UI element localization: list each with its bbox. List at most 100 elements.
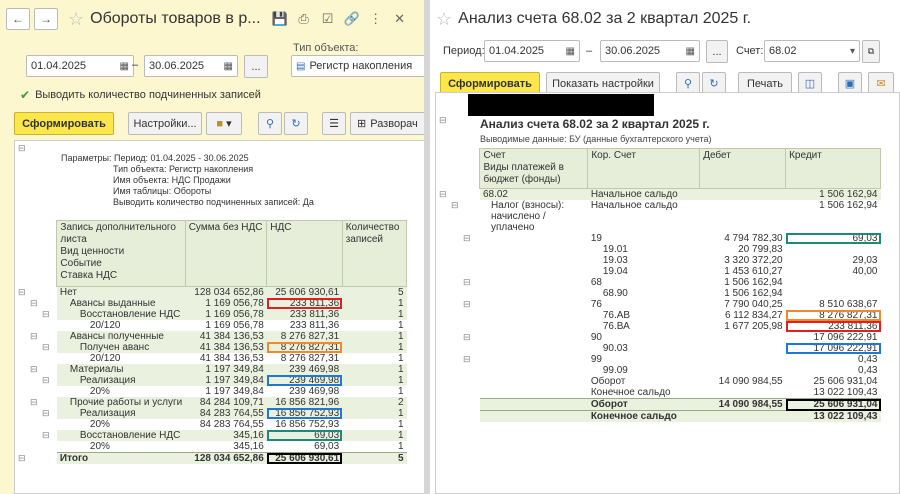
header-record-l5: Ставка НДС xyxy=(60,270,118,281)
row-corr-account: 76.ВА xyxy=(602,321,630,332)
collapse-icon[interactable]: ⊟ xyxy=(439,277,471,287)
table-row: 20% 345,16 69,03 1 xyxy=(15,441,407,453)
row-debit xyxy=(700,354,786,365)
table-row: 19.04 1 453 610,27 40,00 xyxy=(436,266,881,277)
close-icon[interactable]: ✕ xyxy=(391,10,409,28)
date-to-field[interactable]: 30.06.2025 ▦ xyxy=(144,55,238,77)
subordinate-checkbox-row[interactable]: ✔ Выводить количество подчиненных записе… xyxy=(20,88,261,102)
refresh-button[interactable]: ↻ xyxy=(284,112,308,135)
calendar-icon[interactable]: ▦ xyxy=(224,61,233,72)
favorite-star-icon[interactable]: ☆ xyxy=(436,9,452,30)
calendar-icon[interactable]: ▦ xyxy=(566,46,575,57)
tree-cell: ⊟ xyxy=(15,452,57,464)
date-to-field[interactable]: 30.06.2025 ▦ xyxy=(600,40,700,62)
forward-button[interactable]: → xyxy=(34,8,58,30)
params-line-4: Выводить количество подчиненных записей:… xyxy=(113,197,314,207)
row-count: 1 xyxy=(342,430,407,441)
table-row: 19.03 3 320 372,20 29,03 xyxy=(436,255,881,266)
collapse-icon[interactable]: ⊟ xyxy=(18,309,50,319)
collapse-icon[interactable]: ⊟ xyxy=(18,143,26,154)
calendar-icon[interactable]: ▦ xyxy=(686,46,695,57)
variant-dropdown-button[interactable]: ■ ▾ xyxy=(206,112,242,135)
collapse-icon[interactable]: ⊟ xyxy=(439,233,471,243)
period-select-button[interactable]: ... xyxy=(244,55,268,78)
collapse-icon[interactable]: ⊟ xyxy=(439,189,447,199)
row-debit: 4 794 782,30 xyxy=(724,233,783,244)
collapse-icon[interactable]: ⊟ xyxy=(18,364,38,374)
collapse-icon[interactable]: ⊟ xyxy=(439,354,471,364)
collapse-icon[interactable]: ⊟ xyxy=(18,453,26,463)
row-sum: 1 169 056,78 xyxy=(185,298,267,309)
tree-cell: ⊟ xyxy=(15,408,57,419)
object-type-label: Тип объекта: xyxy=(293,42,359,54)
row-count: 1 xyxy=(397,386,404,397)
checkbox-checked-icon[interactable]: ✔ xyxy=(20,88,30,102)
chevron-down-icon[interactable]: ▾ xyxy=(850,46,855,57)
table-row: ⊟ Получен аванс 41 384 136,53 8 276 827,31 1 xyxy=(15,342,407,353)
table-row: ⊟ 76 7 790 040,25 8 510 638,67 xyxy=(436,299,881,310)
collapse-icon[interactable]: ⊟ xyxy=(18,430,50,440)
left-title: Обороты товаров в р... xyxy=(90,10,261,27)
collapse-icon[interactable]: ⊟ xyxy=(18,287,26,297)
tree-cell: ⊟ xyxy=(436,277,480,288)
header-account: Счет Виды платежей в бюджет (фонды) xyxy=(479,148,589,189)
tree-cell xyxy=(15,419,57,430)
row-vat: 69,03 xyxy=(314,441,340,452)
expand-label: Разворач xyxy=(370,117,418,130)
row-count: 1 xyxy=(342,298,407,309)
attach-icon[interactable]: ☑ xyxy=(319,10,337,28)
search-button[interactable]: ⚲ xyxy=(258,112,282,135)
refresh-icon: ↻ xyxy=(291,118,301,130)
row-credit: 13 022 109,43 xyxy=(785,410,881,422)
params-line-0: Параметры: Период: 01.04.2025 - 30.06.20… xyxy=(61,153,249,163)
object-type-field[interactable]: ▤ Регистр накопления xyxy=(291,55,424,77)
period-select-button[interactable]: ... xyxy=(706,40,728,63)
collapse-icon[interactable]: ⊟ xyxy=(439,115,447,126)
date-from-field[interactable]: 01.04.2025 ▦ xyxy=(26,55,134,77)
favorite-star-icon[interactable]: ☆ xyxy=(68,9,84,30)
more-icon[interactable]: ⋮ xyxy=(367,10,385,28)
account-label: Счет: xyxy=(736,45,764,57)
date-dash: – xyxy=(131,59,139,71)
row-debit xyxy=(700,222,786,233)
collapse-icon[interactable]: ⊟ xyxy=(439,200,459,210)
print-icon[interactable]: ⎙ xyxy=(295,10,313,28)
row-credit xyxy=(786,211,881,222)
account-field[interactable]: 68.02 ▾ xyxy=(764,40,860,62)
collapse-icon[interactable]: ⊟ xyxy=(18,397,38,407)
collapse-icon[interactable]: ⊟ xyxy=(18,342,50,352)
table-row: Оборот 14 090 984,55 25 606 931,04 xyxy=(436,398,881,411)
row-corr-account: 90 xyxy=(590,332,602,343)
tree-cell xyxy=(15,353,57,364)
back-button[interactable]: ← xyxy=(6,8,30,30)
collapse-icon[interactable]: ⊟ xyxy=(18,298,38,308)
row-debit xyxy=(700,332,786,343)
row-corr-account: Оборот xyxy=(587,398,700,411)
row-count: 5 xyxy=(342,452,407,464)
collapse-icon[interactable]: ⊟ xyxy=(18,408,50,418)
link-icon[interactable]: 🔗 xyxy=(343,10,361,28)
row-sum: 41 384 136,53 xyxy=(185,331,267,342)
collapse-icon[interactable]: ⊟ xyxy=(439,332,471,342)
generate-button[interactable]: Сформировать xyxy=(14,112,114,135)
row-credit: 29,03 xyxy=(852,255,878,266)
row-corr-account: Оборот xyxy=(590,376,626,387)
row-debit: 20 799,83 xyxy=(738,244,783,255)
row-account xyxy=(479,398,588,411)
preview-icon: ◫ xyxy=(804,78,816,90)
table-row: ⊟ Восстановление НДС 1 169 056,78 233 811,3… xyxy=(15,309,407,320)
row-count: 1 xyxy=(397,353,404,364)
collapse-icon[interactable]: ⊟ xyxy=(439,299,471,309)
collapse-icon[interactable]: ⊟ xyxy=(18,331,38,341)
open-account-button[interactable]: ⧉ xyxy=(862,40,880,63)
row-debit: 1 453 610,27 xyxy=(724,266,783,277)
save-icon[interactable]: 💾 xyxy=(271,10,289,28)
expand-button[interactable]: ⊞ Разворач xyxy=(350,112,424,135)
row-count: 1 xyxy=(397,320,404,331)
list-button[interactable]: ☰ xyxy=(322,112,346,135)
date-from-field[interactable]: 01.04.2025 ▦ xyxy=(484,40,580,62)
date-to-value: 30.06.2025 xyxy=(605,45,661,57)
row-debit: 14 090 984,55 xyxy=(718,376,783,387)
collapse-icon[interactable]: ⊟ xyxy=(18,375,50,385)
settings-button[interactable]: Настройки... xyxy=(128,112,202,135)
